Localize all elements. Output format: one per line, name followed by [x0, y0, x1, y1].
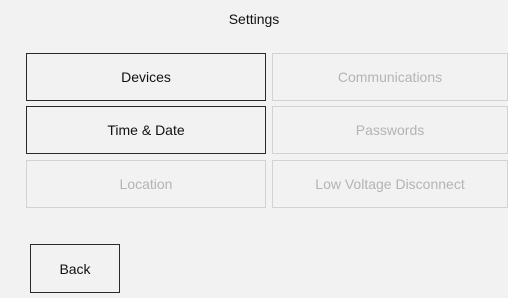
low-voltage-disconnect-button: Low Voltage Disconnect	[272, 160, 508, 208]
location-button: Location	[26, 160, 266, 208]
page-title: Settings	[228, 11, 280, 27]
back-button[interactable]: Back	[30, 244, 120, 293]
devices-button[interactable]: Devices	[26, 53, 266, 101]
time-date-button[interactable]: Time & Date	[26, 106, 266, 154]
passwords-button: Passwords	[272, 106, 508, 154]
communications-button: Communications	[272, 53, 508, 101]
settings-screen: Settings Devices Communications Time & D…	[0, 0, 508, 298]
